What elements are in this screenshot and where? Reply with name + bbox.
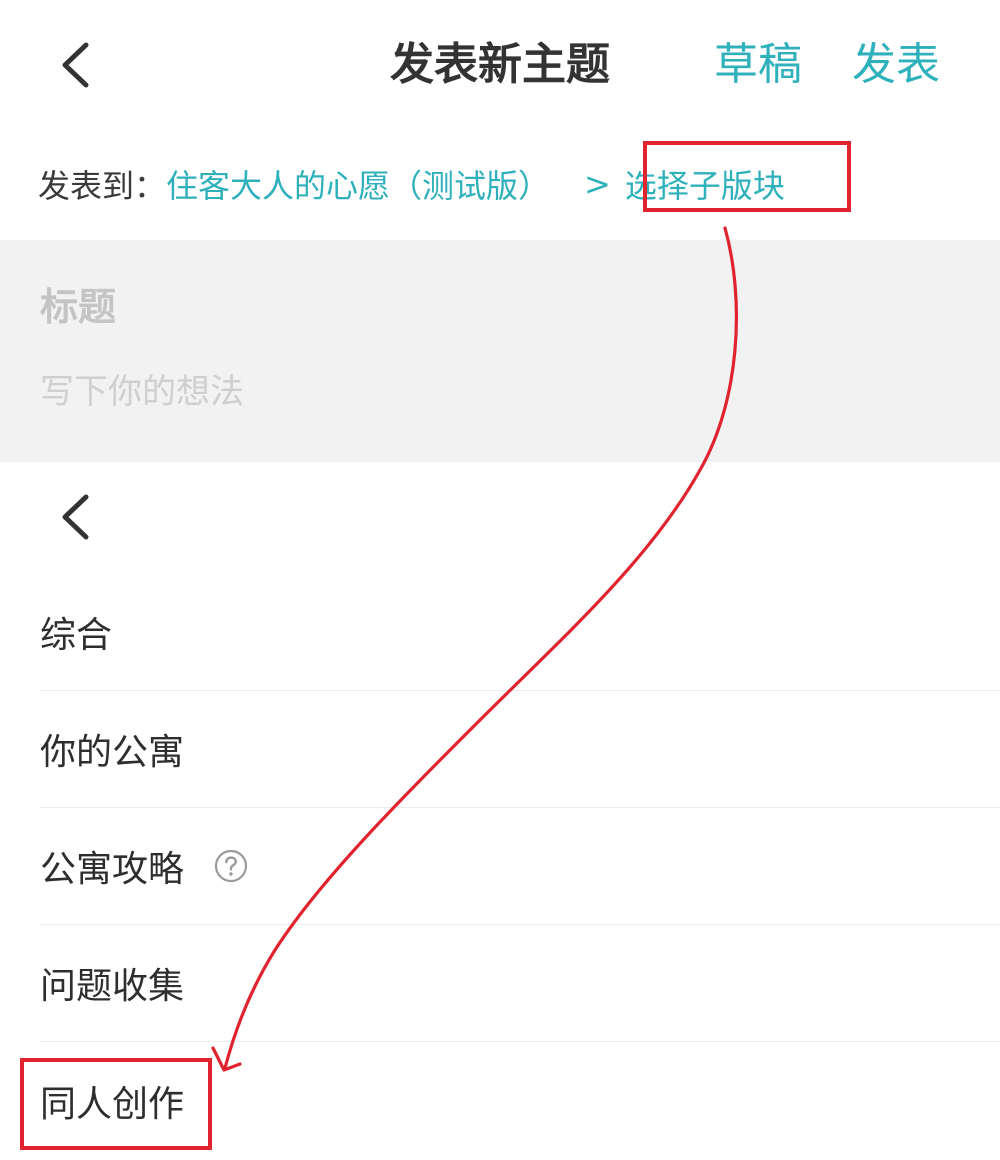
publish-button[interactable]: 发表 <box>852 34 940 96</box>
sub-board-item-apartment-guide[interactable]: 公寓攻略 <box>40 808 1000 925</box>
top-nav-bar: 发表新主题 草稿 发表 <box>0 0 1000 130</box>
breadcrumb-separator: > <box>584 165 611 203</box>
title-input[interactable] <box>40 272 940 342</box>
sub-board-panel: 综合 你的公寓 公寓攻略 问题收集 同人创作 <box>0 462 1000 1160</box>
sub-board-item-label: 综合 <box>40 615 113 656</box>
page-title: 发表新主题 <box>390 39 610 90</box>
sub-board-item-your-apartment[interactable]: 你的公寓 <box>40 691 1000 808</box>
sub-board-item-label: 公寓攻略 <box>40 849 185 890</box>
annotation-highlight-select-sub-board <box>643 141 851 212</box>
chevron-left-icon <box>62 42 89 88</box>
annotation-highlight-fan-creation <box>20 1058 212 1150</box>
back-button[interactable] <box>48 38 102 92</box>
question-circle-icon[interactable] <box>214 849 248 883</box>
sub-board-item-general[interactable]: 综合 <box>40 574 1000 691</box>
panel-back-button[interactable] <box>48 490 102 544</box>
post-editor <box>0 240 1000 462</box>
sub-board-item-label: 问题收集 <box>40 966 185 1007</box>
post-to-label: 发表到： <box>38 167 167 205</box>
forum-name-link[interactable]: 住客大人的心愿（测试版） <box>166 161 550 207</box>
chevron-left-icon <box>62 494 89 540</box>
draft-button[interactable]: 草稿 <box>714 34 802 96</box>
sub-board-item-issue-collection[interactable]: 问题收集 <box>40 925 1000 1042</box>
sub-board-item-label: 你的公寓 <box>40 732 185 773</box>
body-input[interactable] <box>40 364 940 424</box>
